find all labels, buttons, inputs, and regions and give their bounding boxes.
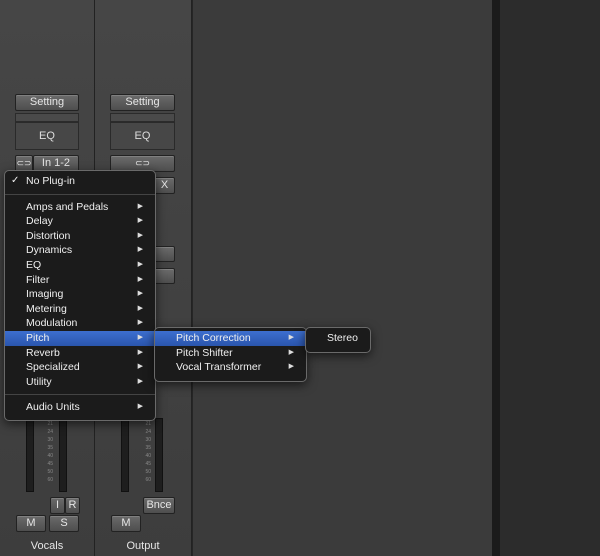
menu-item-metering[interactable]: Metering ▶	[5, 302, 155, 317]
output-mute-button[interactable]: M	[111, 515, 141, 532]
output-slot[interactable]	[110, 113, 175, 122]
submenu-arrow-icon: ▶	[137, 377, 143, 385]
menu-item-pitch-shifter[interactable]: Pitch Shifter ▶	[155, 346, 306, 361]
vocals-fader-track[interactable]	[26, 418, 34, 492]
menu-item-reverb[interactable]: Reverb ▶	[5, 346, 155, 361]
menu-separator	[5, 394, 155, 396]
output-slot-button-2[interactable]	[154, 268, 175, 284]
submenu-arrow-icon: ▶	[137, 246, 143, 254]
menu-item-pitch[interactable]: Pitch ▶	[5, 330, 155, 346]
submenu-arrow-icon: ▶	[137, 304, 143, 312]
submenu-arrow-icon: ▶	[137, 333, 143, 341]
menu-item-specialized[interactable]: Specialized ▶	[5, 360, 155, 375]
submenu-arrow-icon: ▶	[137, 403, 143, 411]
submenu-arrow-icon: ▶	[288, 363, 294, 371]
submenu-arrow-icon: ▶	[137, 348, 143, 356]
menu-item-delay[interactable]: Delay ▶	[5, 214, 155, 229]
pane-divider[interactable]	[492, 0, 500, 556]
output-setting-button[interactable]: Setting	[110, 94, 175, 111]
menu-item-amps-and-pedals[interactable]: Amps and Pedals ▶	[5, 200, 155, 215]
vocals-mute-button[interactable]: M	[16, 515, 46, 532]
plugin-menu: ✓ No Plug-in Amps and Pedals ▶ Delay ▶ Dis…	[4, 170, 156, 421]
vocals-solo-button[interactable]: S	[49, 515, 79, 532]
pitch-correction-submenu: Stereo	[305, 327, 371, 353]
submenu-arrow-icon: ▶	[137, 202, 143, 210]
vocals-eq-display[interactable]: EQ	[15, 122, 79, 150]
vocals-slot[interactable]	[15, 113, 79, 122]
output-fx-button[interactable]: X	[154, 177, 175, 194]
checkmark-icon: ✓	[11, 175, 20, 186]
submenu-arrow-icon: ▶	[137, 290, 143, 298]
menu-item-utility[interactable]: Utility ▶	[5, 375, 155, 390]
submenu-arrow-icon: ▶	[137, 231, 143, 239]
menu-item-imaging[interactable]: Imaging ▶	[5, 287, 155, 302]
right-pane	[500, 0, 600, 556]
vocals-setting-button[interactable]: Setting	[15, 94, 79, 111]
menu-item-vocal-transformer[interactable]: Vocal Transformer ▶	[155, 360, 306, 375]
menu-item-pitch-correction[interactable]: Pitch Correction ▶	[155, 331, 306, 346]
menu-item-filter[interactable]: Filter ▶	[5, 273, 155, 288]
output-eq-display[interactable]: EQ	[110, 122, 175, 150]
vocals-input-monitor-button[interactable]: I	[50, 497, 65, 514]
output-bounce-button[interactable]: Bnce	[143, 497, 175, 514]
menu-item-audio-units[interactable]: Audio Units ▶	[5, 400, 155, 415]
output-meter-scale: 21 24 30 35 40 45 50 60	[145, 421, 151, 483]
vocals-record-button[interactable]: R	[65, 497, 80, 514]
submenu-arrow-icon: ▶	[288, 334, 294, 341]
menu-separator	[5, 193, 155, 195]
menu-item-dynamics[interactable]: Dynamics ▶	[5, 243, 155, 258]
output-fader-track[interactable]	[121, 418, 129, 492]
vocals-strip-name[interactable]: Vocals	[0, 540, 94, 552]
submenu-arrow-icon: ▶	[288, 348, 294, 356]
output-strip-name[interactable]: Output	[95, 540, 191, 552]
submenu-arrow-icon: ▶	[137, 260, 143, 268]
submenu-arrow-icon: ▶	[137, 217, 143, 225]
submenu-arrow-icon: ▶	[137, 319, 143, 327]
vocals-meter	[59, 418, 67, 492]
pitch-submenu: Pitch Correction ▶ Pitch Shifter ▶ Vocal T…	[154, 327, 307, 382]
vocals-meter-scale: 21 24 30 35 40 45 50 60	[47, 421, 53, 483]
output-meter	[155, 418, 163, 492]
menu-item-modulation[interactable]: Modulation ▶	[5, 316, 155, 331]
menu-item-stereo[interactable]: Stereo	[306, 331, 370, 346]
menu-item-no-plugin[interactable]: ✓ No Plug-in	[5, 174, 155, 189]
submenu-arrow-icon: ▶	[137, 275, 143, 283]
menu-item-distortion[interactable]: Distortion ▶	[5, 229, 155, 244]
mixer-empty-area	[192, 0, 493, 556]
output-slot-button[interactable]	[154, 246, 175, 262]
menu-item-eq[interactable]: EQ ▶	[5, 258, 155, 273]
submenu-arrow-icon: ▶	[137, 363, 143, 371]
